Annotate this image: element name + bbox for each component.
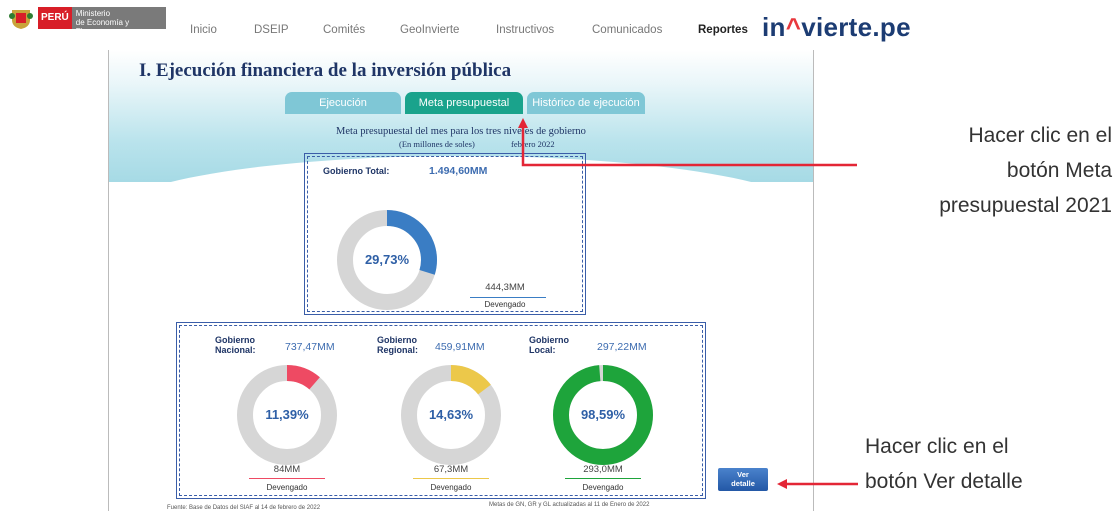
arrow-to-meta-tab <box>518 118 857 167</box>
annotation-arrows <box>518 118 858 489</box>
